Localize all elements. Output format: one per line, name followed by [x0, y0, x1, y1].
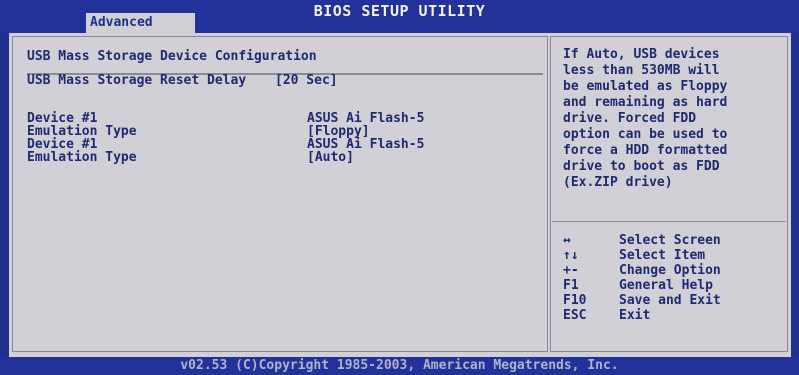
- bios-screen: BIOS SETUP UTILITY Advanced USB Mass Sto…: [0, 0, 799, 375]
- help-line: and remaining as hard: [563, 95, 728, 110]
- reset-delay-label: USB Mass Storage Reset Delay: [27, 73, 247, 88]
- copyright-text: v02.53 (C)Copyright 1985-2003, American …: [180, 358, 619, 373]
- help-line: be emulated as Floppy: [563, 79, 728, 94]
- key-action: Change Option: [619, 263, 721, 278]
- esc-key: ESC: [563, 308, 587, 323]
- help-line: drive to boot as FDD: [563, 159, 720, 174]
- reset-delay-value[interactable]: [20 Sec]: [275, 73, 338, 88]
- key-action: Save and Exit: [619, 293, 721, 308]
- key-action: Select Item: [619, 248, 706, 263]
- settings-pane: USB Mass Storage Device Configuration US…: [12, 36, 548, 352]
- key-legend-item: ↑↓ Select Item: [563, 248, 785, 263]
- f10-key: F10: [563, 293, 587, 308]
- help-line: force a HDD formatted: [563, 143, 728, 158]
- help-pane: If Auto, USB devices less than 530MB wil…: [550, 36, 788, 352]
- plus-minus-key: +-: [563, 263, 579, 278]
- key-action: Select Screen: [619, 233, 721, 248]
- key-legend-item: F1 General Help: [563, 278, 785, 293]
- key-action: Exit: [619, 308, 651, 323]
- key-legend-item: F10 Save and Exit: [563, 293, 785, 308]
- key-legend-item: ↔ Select Screen: [563, 233, 785, 248]
- status-bar: v02.53 (C)Copyright 1985-2003, American …: [0, 357, 799, 375]
- emulation-type-label: Emulation Type: [27, 150, 137, 165]
- help-line: less than 530MB will: [563, 63, 720, 78]
- up-down-arrow-icon: ↑↓: [563, 248, 579, 263]
- content-panel: USB Mass Storage Device Configuration US…: [9, 33, 791, 357]
- title-bar: BIOS SETUP UTILITY Advanced: [0, 0, 799, 33]
- key-legend-item: ESC Exit: [563, 308, 785, 323]
- help-divider: [552, 221, 786, 222]
- section-title: USB Mass Storage Device Configuration: [27, 49, 317, 64]
- key-action: General Help: [619, 278, 713, 293]
- left-right-arrow-icon: ↔: [563, 233, 571, 248]
- key-legend-item: +- Change Option: [563, 263, 785, 278]
- tab-advanced[interactable]: Advanced: [86, 13, 195, 33]
- help-text: If Auto, USB devices less than 530MB wil…: [563, 47, 785, 191]
- help-line: (Ex.ZIP drive): [563, 175, 673, 190]
- emulation-type-value[interactable]: [Auto]: [307, 150, 354, 165]
- help-line: drive. Forced FDD: [563, 111, 697, 126]
- help-line: If Auto, USB devices: [563, 47, 720, 62]
- help-line: option can be used to: [563, 127, 728, 142]
- f1-key: F1: [563, 278, 579, 293]
